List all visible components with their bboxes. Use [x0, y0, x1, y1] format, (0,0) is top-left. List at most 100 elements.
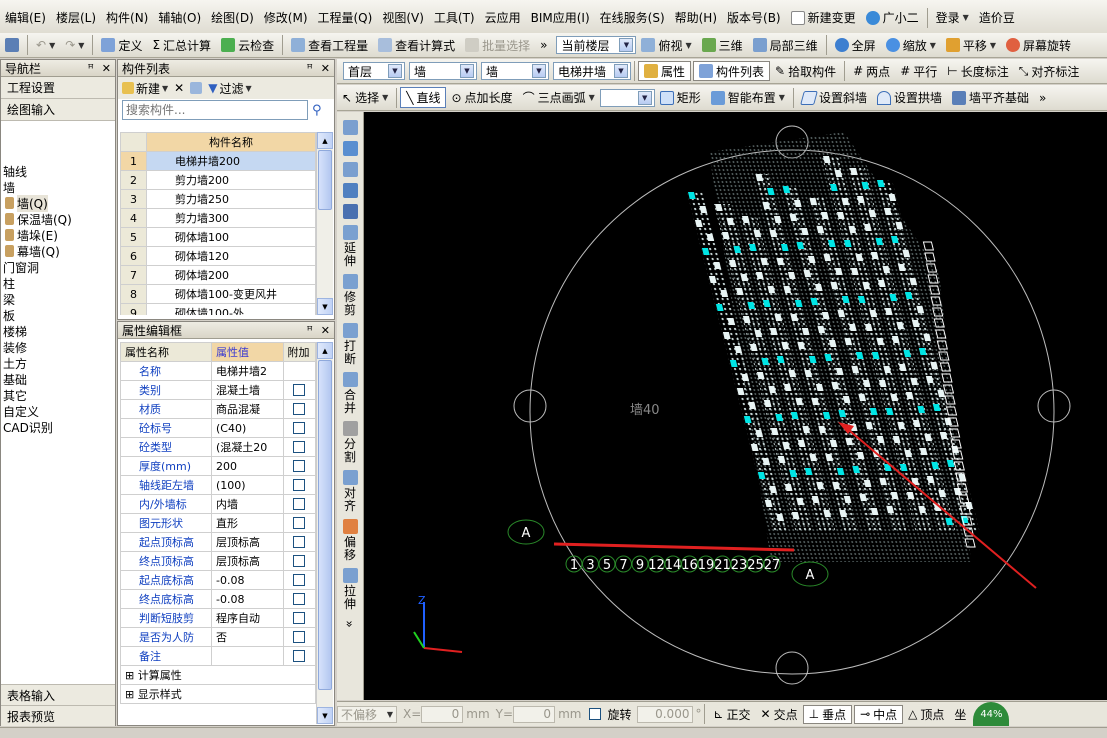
pan-button[interactable]: 平移 ▼ [941, 33, 1001, 57]
nav-tree-item[interactable]: 保温墙(Q) [1, 211, 115, 227]
nav-tree-item[interactable]: 装修 [1, 339, 115, 355]
draw-input-tab[interactable]: 绘图输入 [1, 99, 115, 121]
property-row[interactable]: 备注 [120, 646, 316, 666]
perpendicular-toggle[interactable]: ⊥ 垂点 [802, 704, 853, 724]
menu-item[interactable]: 云应用 [480, 0, 526, 35]
component-row[interactable]: 8 砌体墙100-变更风井 [120, 284, 316, 304]
tool-rotate[interactable] [342, 204, 358, 219]
slope-wall-button[interactable]: 设置斜墙 [797, 85, 872, 110]
tool-stretch[interactable]: 拉伸 [342, 568, 358, 611]
new-component-button[interactable]: 新建 ▼ [122, 80, 168, 97]
property-row[interactable]: 判断短肢剪 程序自动 [120, 608, 316, 628]
tool-align[interactable]: 对齐 [342, 470, 358, 513]
component-row[interactable]: 9 砌体墙100-外 [120, 303, 316, 315]
nav-tree-item[interactable]: 幕墙(Q) [1, 243, 115, 259]
arc3-button[interactable]: ⌒ 三点画弧 ▼ [518, 85, 600, 110]
properties-button[interactable]: 属性 [638, 61, 692, 81]
cloud-check-button[interactable]: 云检查 [216, 33, 279, 57]
floor-select[interactable]: 首层 ▼ [343, 62, 405, 80]
extra-checkbox[interactable] [293, 650, 306, 662]
tool-split[interactable]: 分割 [342, 421, 358, 464]
nav-tree-item[interactable]: 其它 [1, 387, 115, 403]
search-icon[interactable]: ⚲ [312, 103, 322, 118]
property-row[interactable]: 名称 电梯井墙2 [120, 361, 316, 381]
extra-checkbox[interactable] [293, 536, 306, 548]
tool-break[interactable]: 打断 [342, 323, 358, 366]
nav-tree-item[interactable]: 柱 [1, 275, 115, 291]
extra-checkbox[interactable] [293, 460, 306, 472]
menu-item[interactable]: BIM应用(I) [526, 0, 595, 35]
smart-layout-button[interactable]: 智能布置 ▼ [706, 85, 790, 110]
component-row[interactable]: 2 剪力墙200 [120, 170, 316, 190]
component-row[interactable]: 4 剪力墙300 [120, 208, 316, 228]
menu-item[interactable]: 版本号(B) [722, 0, 786, 35]
close-icon[interactable]: ✕ [321, 324, 330, 337]
modify-toolbar-overflow[interactable]: » [343, 620, 357, 627]
batch-select-button[interactable]: 批量选择 [460, 33, 535, 57]
nav-tree-item[interactable]: 板 [1, 307, 115, 323]
sum-calc-button[interactable]: Σ 汇总计算 [147, 33, 216, 57]
length-dim-button[interactable]: ⊢ 长度标注 [942, 59, 1013, 83]
component-search-input[interactable] [122, 100, 308, 120]
table-input-tab[interactable]: 表格输入 [1, 684, 115, 705]
tool-move[interactable] [342, 183, 358, 198]
category-select[interactable]: 墙 ▼ [409, 62, 477, 80]
line-button[interactable]: ╲ 直线 [400, 87, 447, 108]
two-point-button[interactable]: # 两点 [848, 59, 895, 83]
menu-item[interactable]: 修改(M) [259, 0, 313, 35]
nav-tree-item[interactable]: 门窗洞 [1, 259, 115, 275]
half-toggle[interactable]: 坐 [949, 702, 971, 726]
nav-tree-item[interactable]: 自定义 [1, 403, 115, 419]
nav-tree-item[interactable]: 墙 [1, 179, 115, 195]
menu-item[interactable]: 在线服务(S) [595, 0, 670, 35]
delete-icon[interactable]: ✕ [174, 81, 184, 95]
extra-checkbox[interactable] [293, 612, 306, 624]
property-row[interactable]: 类别 混凝土墙 [120, 380, 316, 400]
toolbar-overflow[interactable]: » [535, 33, 552, 57]
tool-trim[interactable]: 修剪 [342, 274, 358, 317]
parallel-button[interactable]: # 平行 [895, 59, 942, 83]
nav-tree-item[interactable]: 轴线 [1, 163, 115, 179]
rotate-angle-input[interactable]: 0.000 [637, 705, 694, 723]
extra-checkbox[interactable] [293, 403, 306, 415]
component-row[interactable]: 3 剪力墙250 [120, 189, 316, 209]
extra-checkbox[interactable] [293, 555, 306, 567]
menu-item[interactable]: 工具(T) [429, 0, 480, 35]
tool-offset[interactable]: 偏移 [342, 519, 358, 562]
component-row[interactable]: 7 砌体墙200 [120, 265, 316, 285]
extra-checkbox[interactable] [293, 574, 306, 586]
extra-checkbox[interactable] [293, 517, 306, 529]
menu-item[interactable]: 视图(V) [377, 0, 429, 35]
property-row[interactable]: 厚度(mm) 200 [120, 456, 316, 476]
x-coordinate-input[interactable]: 0 [421, 705, 464, 723]
tool-merge[interactable]: 合并 [342, 372, 358, 415]
pick-component-button[interactable]: ✎ 拾取构件 [770, 59, 841, 83]
undo-button[interactable]: ↶ ▼ [31, 33, 60, 57]
close-icon[interactable]: ✕ [321, 62, 330, 75]
align-dim-button[interactable]: ⤡ 对齐标注 [1014, 59, 1085, 83]
extra-checkbox[interactable] [293, 498, 306, 510]
property-row[interactable]: 起点底标高 -0.08 [120, 570, 316, 590]
extra-checkbox[interactable] [293, 441, 306, 453]
nav-tree-item[interactable]: 墙垛(E) [1, 227, 115, 243]
price-menu[interactable]: 造价豆 [974, 0, 1020, 35]
nav-tree-item[interactable]: 土方 [1, 355, 115, 371]
filter-button[interactable]: ▼ 过滤 ▼ [208, 80, 251, 97]
tool-mirror[interactable] [342, 162, 358, 177]
component-list-button[interactable]: 构件列表 [693, 61, 771, 81]
arch-wall-button[interactable]: 设置拱墙 [872, 85, 947, 110]
y-coordinate-input[interactable]: 0 [513, 705, 556, 723]
property-group-row[interactable]: ⊞ 计算属性 [120, 665, 316, 685]
fullscreen-button[interactable]: 全屏 [830, 33, 881, 57]
assistant-menu[interactable]: 广小二 [861, 0, 924, 35]
view-quantity-button[interactable]: 查看工程量 [286, 33, 373, 57]
property-row[interactable]: 终点顶标高 层顶标高 [120, 551, 316, 571]
save-button[interactable] [0, 33, 24, 57]
property-row[interactable]: 起点顶标高 层顶标高 [120, 532, 316, 552]
extra-checkbox[interactable] [293, 593, 306, 605]
component-row[interactable]: 6 砌体墙120 [120, 246, 316, 266]
tool-brush[interactable] [342, 120, 358, 135]
floor-scope-select[interactable]: 当前楼层 ▼ [556, 36, 637, 54]
vertex-toggle[interactable]: △ 顶点 [903, 702, 949, 726]
component-list-scrollbar[interactable]: ▲ ▼ [316, 132, 333, 315]
